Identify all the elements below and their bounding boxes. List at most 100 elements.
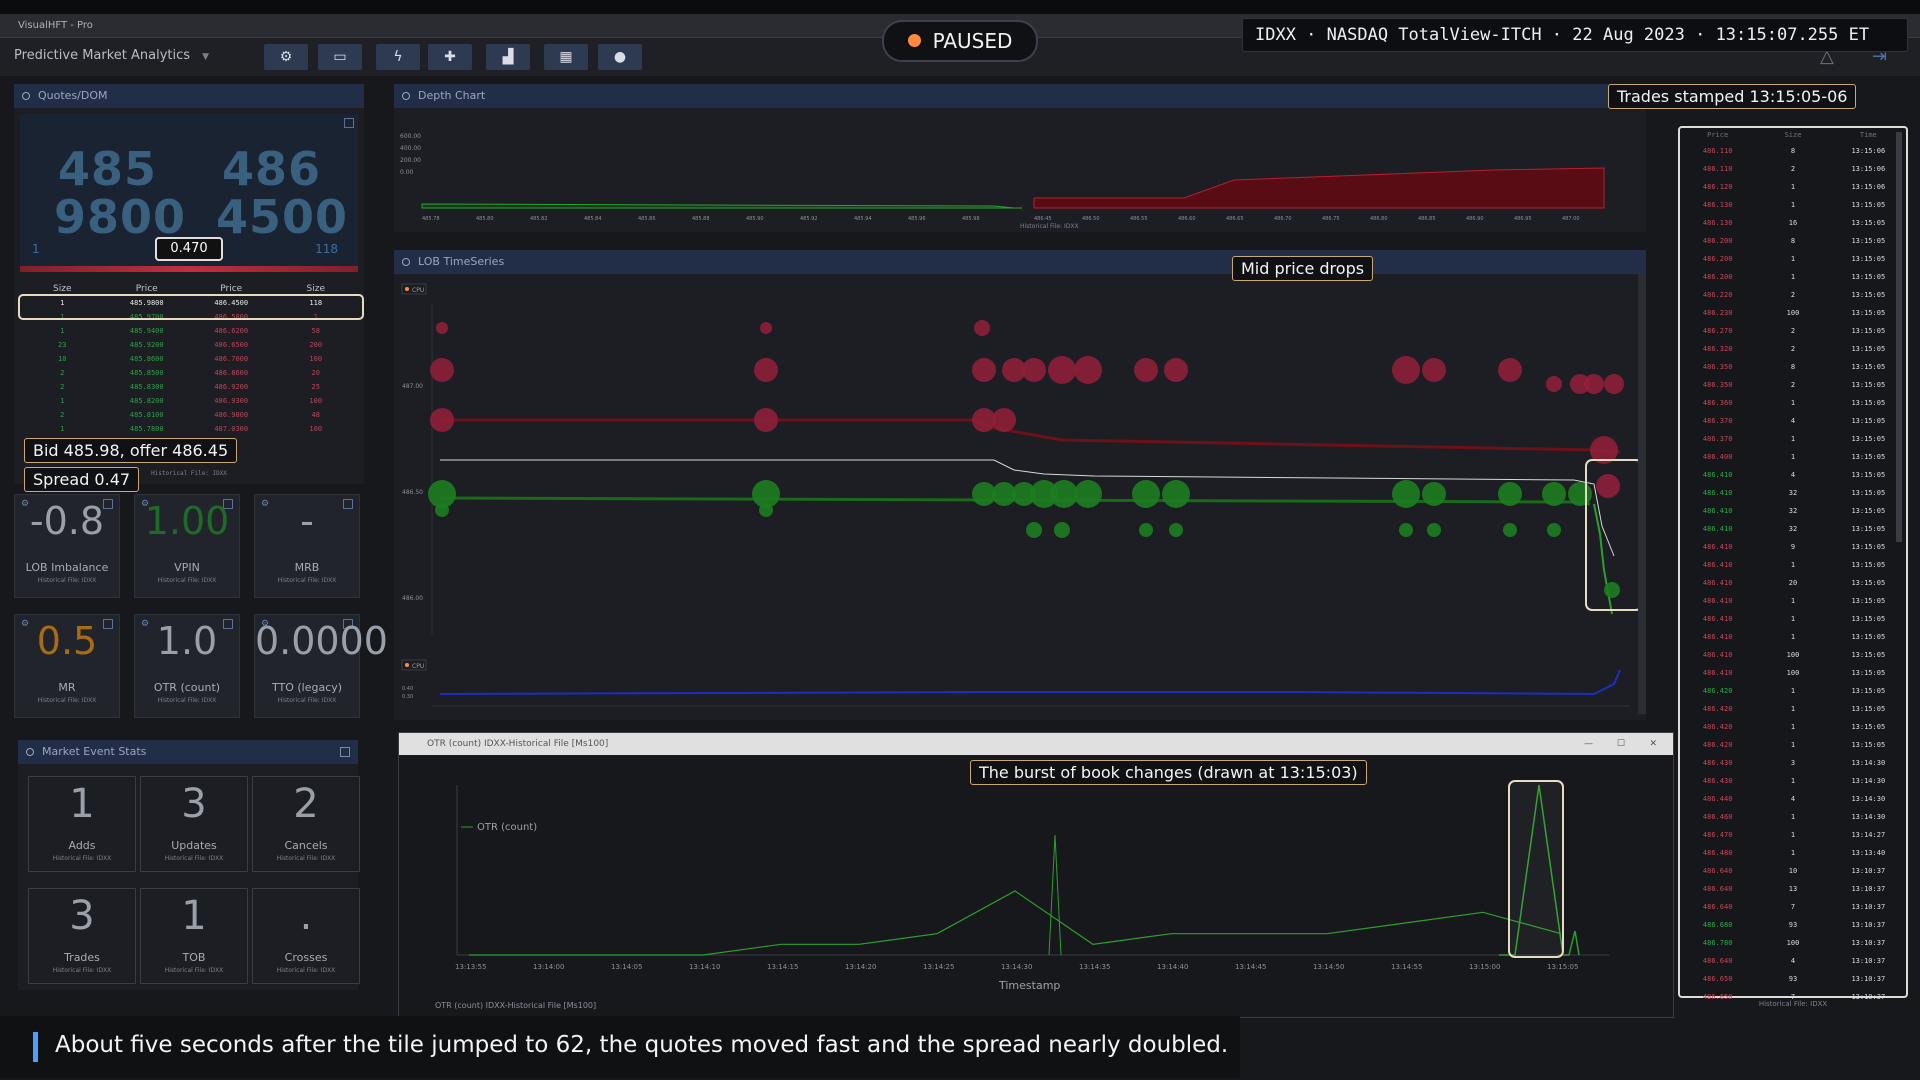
minimize-icon[interactable]: — <box>1584 733 1593 755</box>
trade-cell: 13:15:05 <box>1851 237 1886 245</box>
trade-cell: 2 <box>1790 381 1796 389</box>
stat-source: Historical File: IDXX <box>52 855 112 862</box>
trade-cell: 13:15:05 <box>1851 507 1886 515</box>
trade-row: 486.420 1 13:15:05 <box>1680 718 1906 736</box>
trade-cell: 13:15:05 <box>1851 255 1886 263</box>
trade-cell: 486.350 <box>1702 363 1733 371</box>
bid-order-bubble <box>1169 523 1183 537</box>
trade-cell: 486.650 <box>1702 975 1733 983</box>
trade-row: 486.410 32 13:15:05 <box>1680 520 1906 538</box>
dom-cell: 1 <box>60 327 65 335</box>
otr-series-line <box>469 890 1562 956</box>
otr-spike <box>1048 834 1062 956</box>
trade-cell: 100 <box>1786 309 1800 317</box>
monitor-button[interactable]: ▭ <box>318 44 362 70</box>
grid-button[interactable]: ▦ <box>544 44 588 70</box>
bid-order-bubble <box>1498 482 1522 506</box>
scrollbar[interactable] <box>1638 274 1646 714</box>
trade-cell: 2 <box>1790 291 1796 299</box>
event-stat-tile: 1 Adds Historical File: IDXX <box>28 776 136 872</box>
trade-cell: 13:15:05 <box>1851 273 1886 281</box>
trade-cell: 13:15:05 <box>1851 201 1886 209</box>
expand-icon[interactable] <box>340 747 350 757</box>
bolt-icon: ϟ <box>393 49 403 65</box>
plugin-button[interactable]: ✚ <box>428 44 472 70</box>
bid-depth-area <box>421 203 1022 209</box>
metric-tile[interactable]: ⚙ 1.00 VPIN Historical File: IDXX <box>134 494 240 598</box>
depth-chart-title: Depth Chart <box>418 89 486 102</box>
otr-chart-svg: OTR (count) 13:13:55 13:14:00 13:14:05 13:1… <box>455 780 1609 992</box>
dom-cell: 486.6500 <box>214 341 249 349</box>
trade-cell: 1 <box>1790 201 1796 209</box>
metric-label: VPIN <box>174 561 200 574</box>
stat-label: Crosses <box>284 951 328 964</box>
otr-xtick: 13:14:45 <box>1235 963 1266 971</box>
maximize-icon[interactable]: ☐ <box>1617 733 1625 755</box>
trade-cell: 486.410 <box>1702 579 1733 587</box>
trade-row: 486.780 100 13:10:37 <box>1680 934 1906 952</box>
metric-label: MRB <box>294 561 320 574</box>
lower-ytick: 0.30 <box>402 694 413 700</box>
otr-xtick: 13:13:55 <box>455 963 486 971</box>
bid-order-bubble <box>759 503 773 517</box>
dom-cell: 485.8500 <box>129 369 164 377</box>
ask-big-top: 486 <box>222 142 322 196</box>
trade-cell: 20 <box>1788 579 1798 587</box>
ask-size-small: 118 <box>315 242 338 256</box>
trade-row: 486.410 100 13:15:05 <box>1680 664 1906 682</box>
metric-tile[interactable]: ⚙ -0.8 LOB Imbalance Historical File: IDXX <box>14 494 120 598</box>
trade-cell: 2 <box>1790 165 1796 173</box>
metric-tile[interactable]: ⚙ - MRB Historical File: IDXX <box>254 494 360 598</box>
metric-tile[interactable]: ⚙ 1.0 OTR (count) Historical File: IDXX <box>134 614 240 718</box>
ask-order-bubble <box>972 358 996 382</box>
event-stat-tile: . Crosses Historical File: IDXX <box>252 888 360 984</box>
trade-cell: 3 <box>1790 759 1796 767</box>
lob-timeseries-svg: CPU 487.00 486.50 486.00 CPU 0.40 0.30 <box>401 283 1643 707</box>
stat-source: Historical File: IDXX <box>52 967 112 974</box>
trade-cell: 32 <box>1788 525 1798 533</box>
bid-order-bubble <box>1074 480 1102 508</box>
expand-icon[interactable] <box>344 118 354 128</box>
lob-ytick: 487.00 <box>402 383 423 390</box>
chart-icon: ▟ <box>502 49 514 65</box>
trade-cell: 13:15:05 <box>1851 633 1886 641</box>
trades-scrollbar[interactable] <box>1896 132 1902 542</box>
bolt-button[interactable]: ϟ <box>376 44 420 70</box>
close-icon[interactable]: ✕ <box>1649 733 1657 755</box>
ticker-banner: IDXX · NASDAQ TotalView-ITCH · 22 Aug 20… <box>1242 18 1908 52</box>
stat-value: 3 <box>181 781 207 827</box>
ask-order-bubble <box>1422 358 1446 382</box>
trade-row: 486.480 1 13:13:40 <box>1680 844 1906 862</box>
caption-text: About five seconds after the tile jumped… <box>55 1032 1229 1058</box>
trade-cell: 486.220 <box>1702 291 1733 299</box>
workspace-name: Predictive Market Analytics <box>14 48 191 63</box>
metric-tile[interactable]: ⚙ 0.0000 TTO (legacy) Historical File: IDXX <box>254 614 388 718</box>
trade-cell: 100 <box>1786 651 1800 659</box>
trade-cell: 13:15:05 <box>1851 399 1886 407</box>
trade-cell: 13:10:37 <box>1851 867 1886 875</box>
trade-row: 486.130 1 13:15:05 <box>1680 196 1906 214</box>
otr-xtick: 13:14:50 <box>1313 963 1344 971</box>
dom-cell: 486.9300 <box>214 397 249 405</box>
depth-xtick: 485.88 <box>692 216 710 222</box>
dom-cell: 1 <box>60 425 65 433</box>
user-button[interactable]: ● <box>598 44 642 70</box>
trade-row: 486.370 4 13:15:05 <box>1680 412 1906 430</box>
metric-tile[interactable]: ⚙ 0.5 MR Historical File: IDXX <box>14 614 120 718</box>
col-price: Price <box>1707 131 1729 139</box>
stat-source: Historical File: IDXX <box>276 855 336 862</box>
depth-xtick: 485.96 <box>908 216 926 222</box>
workspace-selector[interactable]: Predictive Market Analytics ▼ <box>14 48 209 63</box>
panel-ring-icon <box>402 258 410 266</box>
otr-window-titlebar: OTR (count) IDXX-Historical File [Ms100]… <box>399 733 1673 755</box>
trade-cell: 13:14:30 <box>1851 795 1886 803</box>
trade-cell: 486.110 <box>1702 165 1733 173</box>
chart-button[interactable]: ▟ <box>486 44 530 70</box>
trade-cell: 93 <box>1788 975 1798 983</box>
trade-cell: 486.410 <box>1702 561 1733 569</box>
trade-cell: 486.780 <box>1702 939 1733 947</box>
trade-row: 486.410 32 13:15:05 <box>1680 502 1906 520</box>
settings-button[interactable]: ⚙ <box>264 44 308 70</box>
panel-ring-icon <box>26 748 34 756</box>
stat-label: Trades <box>64 951 100 964</box>
